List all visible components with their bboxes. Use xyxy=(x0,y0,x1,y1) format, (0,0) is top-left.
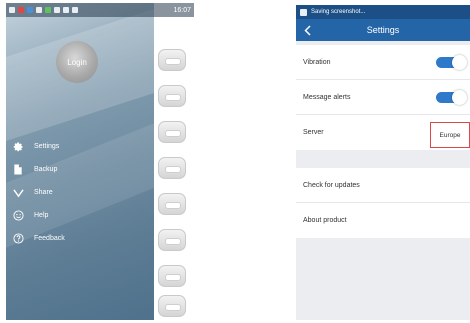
screenshot-icon xyxy=(300,8,307,16)
about-product-row[interactable]: About product xyxy=(296,203,470,238)
notification-icon xyxy=(27,7,33,13)
login-label: Login xyxy=(67,57,87,67)
menu-item-label: Feedback xyxy=(34,235,65,242)
vibration-label: Vibration xyxy=(303,58,331,66)
toggle-knob xyxy=(452,90,467,105)
navigation-drawer: Login Settings Backup Share Help Feedbac… xyxy=(6,3,154,320)
feedback-icon xyxy=(12,233,24,245)
signal-icon xyxy=(63,7,69,13)
device-thumbnail[interactable] xyxy=(158,229,186,251)
server-selector[interactable]: Europe xyxy=(430,122,470,148)
notification-icon xyxy=(18,7,24,13)
toggle-knob xyxy=(452,55,467,70)
notification-icon xyxy=(45,7,51,13)
notification-icon xyxy=(54,7,60,13)
settings-group-about: Check for updates About product xyxy=(296,168,470,238)
status-time: 16:07 xyxy=(173,6,191,14)
share-icon xyxy=(12,187,24,199)
menu-item-feedback[interactable]: Feedback xyxy=(12,227,65,250)
device-thumbnail[interactable] xyxy=(158,193,186,215)
menu-item-label: Help xyxy=(34,212,49,219)
menu-item-label: Share xyxy=(34,189,53,196)
app-bar: Settings xyxy=(296,19,470,41)
hamburger-icon xyxy=(165,26,179,38)
menu-item-backup[interactable]: Backup xyxy=(12,158,65,181)
menu-item-label: Backup xyxy=(34,166,58,173)
vibration-row: Vibration xyxy=(296,45,470,80)
device-thumbnail[interactable] xyxy=(158,265,186,287)
message-alerts-toggle[interactable] xyxy=(436,90,467,105)
page-title: Settings xyxy=(366,25,400,35)
settings-group-preferences: Vibration Message alerts Server Europe xyxy=(296,45,470,150)
gear-icon xyxy=(12,141,24,153)
menu-toggle-button[interactable] xyxy=(157,20,187,44)
screenshot-stage: 16:07 Login Settings Backup Share Help F… xyxy=(0,0,470,323)
vibration-toggle[interactable] xyxy=(436,55,467,70)
server-value: Europe xyxy=(439,131,461,139)
device-thumbnail[interactable] xyxy=(158,49,186,71)
server-label: Server xyxy=(303,129,324,136)
about-product-label: About product xyxy=(303,217,347,224)
drawer-menu: Settings Backup Share Help Feedback xyxy=(12,135,65,250)
menu-item-settings[interactable]: Settings xyxy=(12,135,65,158)
chevron-left-icon xyxy=(303,24,311,36)
device-list xyxy=(154,43,194,320)
check-updates-row[interactable]: Check for updates xyxy=(296,168,470,203)
status-bar: Saving screenshot... xyxy=(296,5,470,19)
status-text: Saving screenshot... xyxy=(311,9,366,15)
device-thumbnail[interactable] xyxy=(158,121,186,143)
file-icon xyxy=(12,164,24,176)
menu-item-label: Settings xyxy=(34,143,60,150)
message-alerts-row: Message alerts xyxy=(296,80,470,115)
right-phone-screen: Saving screenshot... Settings Vibration … xyxy=(296,5,470,320)
login-avatar[interactable]: Login xyxy=(56,41,98,83)
message-alerts-label: Message alerts xyxy=(303,93,351,101)
status-bar: 16:07 xyxy=(6,3,194,17)
battery-icon xyxy=(72,7,78,13)
back-button[interactable] xyxy=(296,19,318,41)
server-row[interactable]: Server Europe xyxy=(296,115,470,150)
notification-icon xyxy=(36,7,42,13)
device-thumbnail[interactable] xyxy=(158,295,186,317)
left-phone-screen: 16:07 Login Settings Backup Share Help F… xyxy=(6,3,194,320)
device-thumbnail[interactable] xyxy=(158,157,186,179)
device-thumbnail[interactable] xyxy=(158,85,186,107)
check-updates-label: Check for updates xyxy=(303,181,360,189)
notification-icon xyxy=(9,7,15,13)
help-icon xyxy=(12,210,24,222)
menu-item-help[interactable]: Help xyxy=(12,204,65,227)
menu-item-share[interactable]: Share xyxy=(12,181,65,204)
